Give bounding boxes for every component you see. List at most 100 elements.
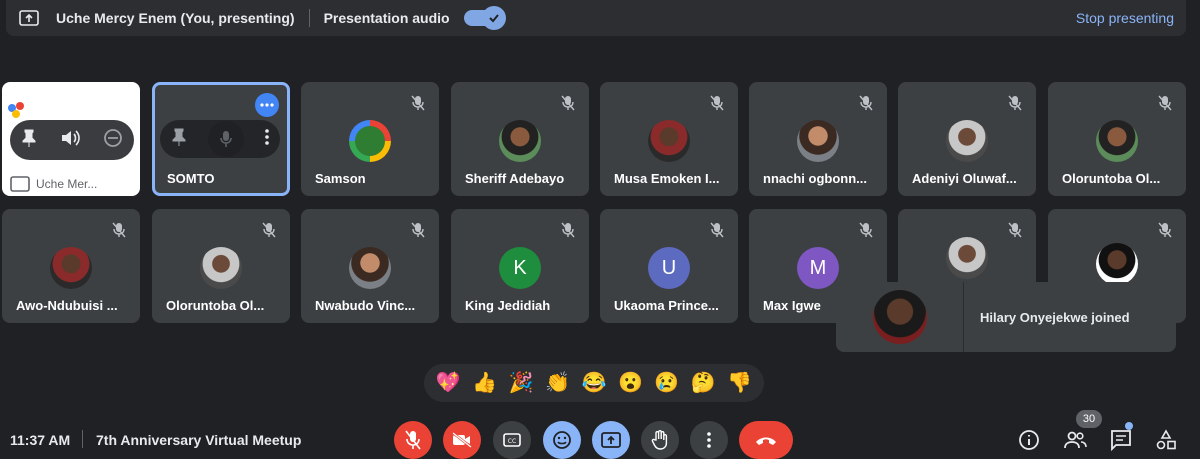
participant-tile-adeniyi[interactable]: Adeniyi Oluwaf... (898, 82, 1036, 196)
reaction-surprised[interactable]: 😮 (618, 373, 643, 393)
mic-off-icon (407, 92, 429, 114)
mic-off-icon (557, 219, 579, 241)
present-screen-icon (10, 176, 30, 192)
activities-button[interactable] (1154, 428, 1178, 452)
stop-presenting-button[interactable]: Stop presenting (1076, 10, 1174, 26)
pin-icon[interactable] (171, 128, 187, 151)
participant-name: Samson (315, 171, 366, 186)
mic-off-icon (108, 219, 130, 241)
tile-hover-controls (160, 120, 280, 158)
avatar (499, 120, 541, 162)
participant-tile-somto[interactable]: SOMTO (152, 82, 290, 196)
emoji-icon (553, 431, 571, 449)
participant-tile-samson[interactable]: Samson (301, 82, 439, 196)
avatar (1096, 120, 1138, 162)
mic-off-icon (706, 219, 728, 241)
camera-toggle-button[interactable] (443, 421, 481, 459)
participant-name: Oloruntoba Ol... (166, 298, 265, 313)
avatar-initial: U (648, 247, 690, 289)
reaction-sad[interactable]: 😢 (654, 373, 679, 393)
mic-off-icon (405, 430, 421, 450)
divider (82, 430, 83, 448)
participant-tile-musa[interactable]: Musa Emoken I... (600, 82, 738, 196)
participant-name: Adeniyi Oluwaf... (912, 171, 1017, 186)
avatar-initial: M (797, 247, 839, 289)
self-presentation-tile[interactable]: Uche Mer... (2, 82, 140, 196)
avatar-initial: K (499, 247, 541, 289)
reactions-button[interactable] (543, 421, 581, 459)
join-notification-text: Hilary Onyejekwe joined (980, 309, 1130, 325)
presentation-audio-label: Presentation audio (323, 10, 450, 26)
meeting-time: 11:37 AM (10, 432, 71, 448)
captions-icon: CC (503, 433, 521, 447)
hand-icon (651, 430, 668, 450)
avatar (349, 120, 391, 162)
more-options-button[interactable] (690, 421, 728, 459)
participant-name: King Jedidiah (465, 298, 551, 313)
raise-hand-button[interactable] (641, 421, 679, 459)
participant-tile-oloruntoba-1[interactable]: Oloruntoba Ol... (1048, 82, 1186, 196)
people-count-badge: 30 (1076, 410, 1102, 428)
people-icon (1064, 431, 1087, 449)
mic-off-icon (855, 219, 877, 241)
chat-notification-dot (1125, 422, 1133, 430)
mic-toggle-button[interactable] (394, 421, 432, 459)
reaction-thinking[interactable]: 🤔 (691, 373, 716, 393)
reaction-thumbs-up[interactable]: 👍 (472, 373, 497, 393)
participant-tile-ukaoma[interactable]: U Ukaoma Prince... (600, 209, 738, 323)
presenter-name: Uche Mercy Enem (You, presenting) (56, 10, 295, 26)
meeting-details-button[interactable] (1017, 428, 1041, 452)
participant-name: Musa Emoken I... (614, 171, 720, 186)
mic-off-icon (1154, 92, 1176, 114)
leave-call-button[interactable] (739, 421, 793, 459)
present-now-button[interactable] (592, 421, 630, 459)
pin-icon[interactable] (21, 129, 37, 152)
self-tile-controls (10, 120, 134, 160)
more-vert-icon[interactable] (265, 128, 270, 150)
check-icon (481, 6, 506, 30)
participant-name: Ukaoma Prince... (614, 298, 719, 313)
participant-tile-oloruntoba-2[interactable]: Oloruntoba Ol... (152, 209, 290, 323)
participant-tile-sheriff[interactable]: Sheriff Adebayo (451, 82, 589, 196)
reactions-bar: 💖 👍 🎉 👏 😂 😮 😢 🤔 👎 (424, 364, 764, 402)
divider (308, 9, 310, 27)
participant-tile-nwabudo[interactable]: Nwabudo Vinc... (301, 209, 439, 323)
mic-off-icon (706, 92, 728, 114)
hang-up-icon (756, 437, 776, 445)
chat-icon (1111, 430, 1131, 451)
camera-off-icon (452, 432, 472, 448)
chat-button[interactable] (1109, 428, 1133, 452)
participant-tile-nnachi[interactable]: nnachi ogbonn... (749, 82, 887, 196)
toast-avatar-wrap (836, 282, 964, 352)
remove-icon[interactable] (103, 128, 123, 153)
avatar (1096, 243, 1138, 285)
activities-icon (1156, 429, 1176, 450)
people-button[interactable] (1063, 428, 1087, 452)
reaction-party[interactable]: 🎉 (509, 373, 534, 393)
participant-tile-awo[interactable]: Awo-Ndubuisi ... (2, 209, 140, 323)
captions-button[interactable]: CC (493, 421, 531, 459)
reaction-laugh[interactable]: 😂 (582, 373, 607, 393)
mic-off-icon (1004, 219, 1026, 241)
participant-tile-king[interactable]: K King Jedidiah (451, 209, 589, 323)
avatar (200, 247, 242, 289)
reaction-thumbs-down[interactable]: 👎 (727, 373, 752, 393)
presenting-bar: Uche Mercy Enem (You, presenting) Presen… (6, 0, 1186, 36)
participant-name: Nwabudo Vinc... (315, 298, 416, 313)
meeting-name: 7th Anniversary Virtual Meetup (96, 432, 302, 448)
avatar (872, 290, 927, 344)
presentation-audio-toggle[interactable] (463, 6, 506, 30)
mic-off-icon (557, 92, 579, 114)
more-options-icon[interactable] (255, 93, 279, 117)
participant-name: Oloruntoba Ol... (1062, 171, 1161, 186)
avatar (946, 120, 988, 162)
more-vert-icon (707, 432, 711, 448)
reaction-clap[interactable]: 👏 (545, 373, 570, 393)
mute-mic-icon[interactable] (207, 121, 244, 157)
speaker-icon[interactable] (60, 129, 80, 152)
mic-off-icon (258, 219, 280, 241)
avatar (797, 120, 839, 162)
reaction-heart[interactable]: 💖 (436, 373, 461, 393)
participant-name: nnachi ogbonn... (763, 171, 867, 186)
avatar (349, 247, 391, 289)
